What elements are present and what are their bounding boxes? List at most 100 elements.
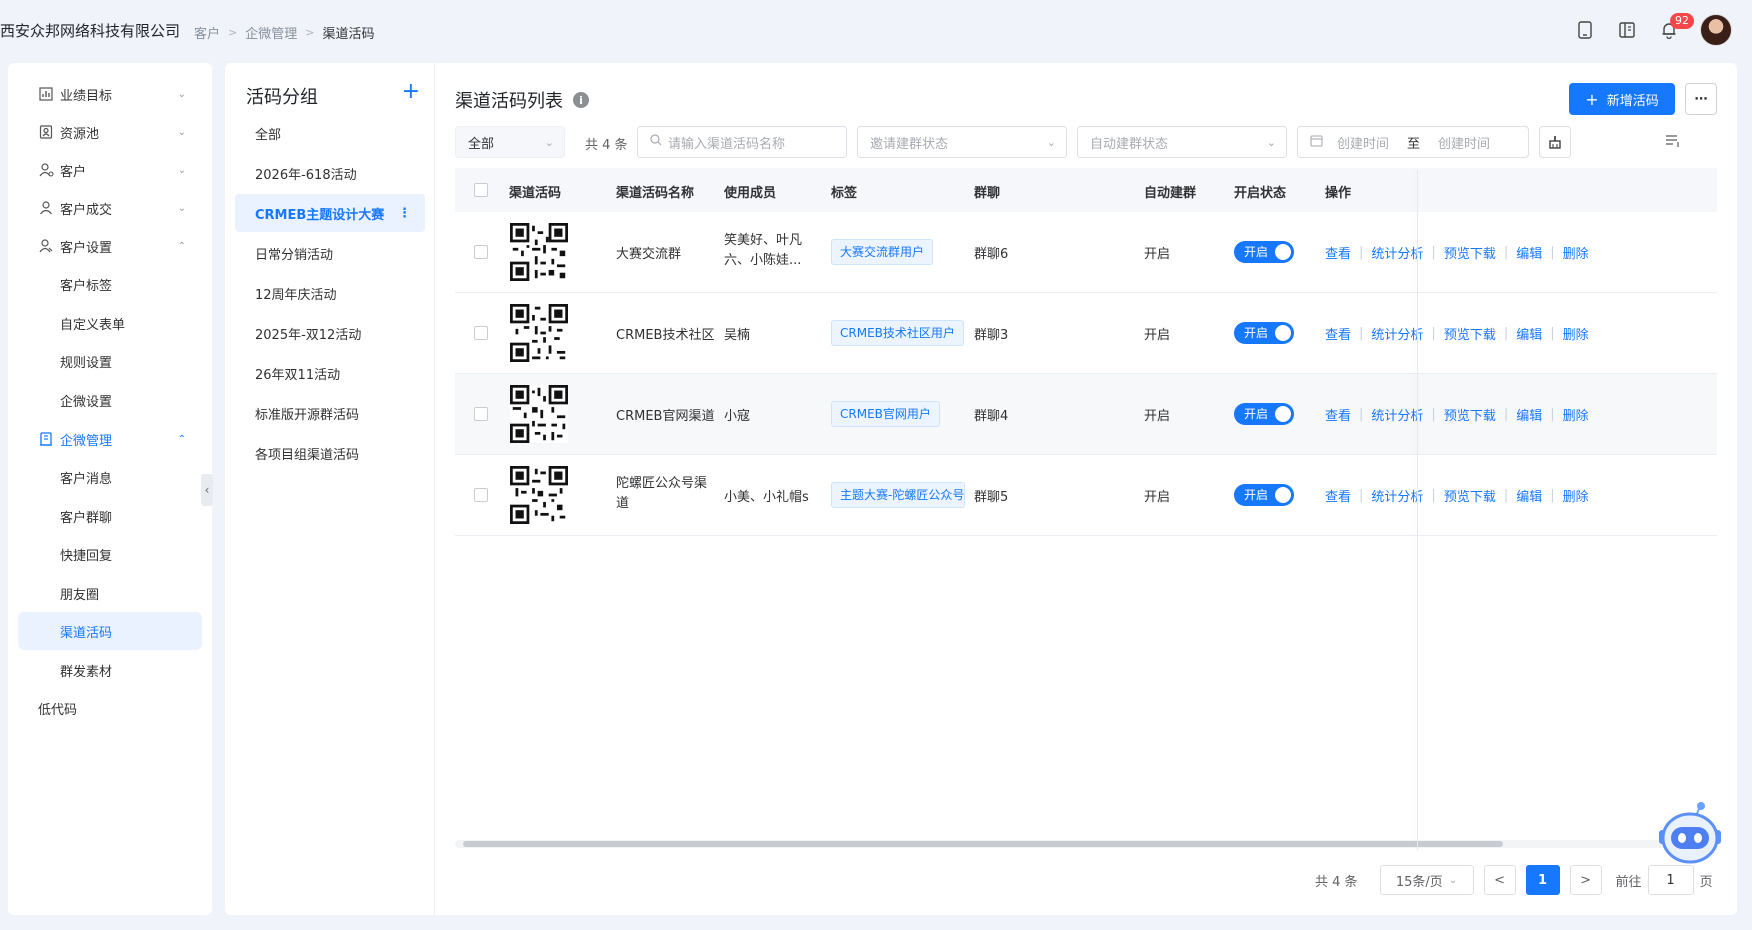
stats-link[interactable]: 统计分析	[1371, 243, 1423, 262]
sidebar-item-customer-tags[interactable]: 客户标签	[18, 265, 202, 303]
current-page[interactable]: 1	[1525, 865, 1560, 895]
invite-status-placeholder: 邀请建群状态	[870, 136, 949, 152]
edit-link[interactable]: 编辑	[1516, 324, 1542, 343]
bell-icon[interactable]: 92	[1658, 13, 1694, 41]
next-page-button[interactable]: >	[1569, 865, 1602, 895]
sidebar-item-resource-pool[interactable]: 资源池 ⌄	[18, 113, 202, 151]
edit-link[interactable]: 编辑	[1516, 405, 1542, 424]
add-code-label: 新增活码	[1606, 93, 1659, 109]
notification-badge: 92	[1670, 13, 1694, 29]
breadcrumb-item[interactable]: 企微管理	[245, 23, 297, 42]
clear-filter-button[interactable]	[1539, 126, 1571, 158]
group-item[interactable]: 26年双11活动	[235, 354, 425, 392]
group-item[interactable]: 日常分销活动	[235, 234, 425, 272]
view-link[interactable]: 查看	[1325, 405, 1351, 424]
sidebar-item-broadcast-materials[interactable]: 群发素材	[18, 651, 202, 689]
stats-link[interactable]: 统计分析	[1371, 486, 1423, 505]
group-item-active[interactable]: CRMEB主题设计大赛 ⋮	[235, 194, 425, 232]
sidebar-item-channel-codes[interactable]: 渠道活码	[18, 612, 202, 650]
add-group-icon[interactable]: +	[402, 79, 420, 104]
group-item[interactable]: 全部	[235, 114, 425, 152]
row-checkbox[interactable]	[474, 488, 488, 502]
breadcrumb-item[interactable]: 客户	[194, 23, 220, 42]
search-input[interactable]: 请输入渠道活码名称	[637, 126, 847, 158]
group-item[interactable]: 2026年-618活动	[235, 154, 425, 192]
book-icon[interactable]	[1616, 19, 1638, 41]
sidebar-item-customer-settings[interactable]: 客户设置 ⌃	[18, 227, 202, 265]
prev-page-button[interactable]: <	[1483, 865, 1516, 895]
view-link[interactable]: 查看	[1325, 243, 1351, 262]
edit-link[interactable]: 编辑	[1516, 243, 1542, 262]
avatar[interactable]	[1700, 14, 1732, 46]
delete-link[interactable]: 删除	[1563, 405, 1589, 424]
status-toggle[interactable]: 开启	[1234, 241, 1294, 263]
horizontal-scrollbar[interactable]	[455, 840, 1717, 848]
download-link[interactable]: 预览下载	[1444, 486, 1496, 505]
date-range-picker[interactable]: 创建时间 至 创建时间	[1297, 126, 1529, 158]
stats-link[interactable]: 统计分析	[1371, 324, 1423, 343]
table-row[interactable]: CRMEB官网渠道 小寇 CRMEB官网用户 群聊4 开启 开启 查看 | 统计分…	[455, 374, 1717, 455]
code-auto: 开启	[1144, 247, 1171, 262]
stats-link[interactable]: 统计分析	[1371, 405, 1423, 424]
group-item[interactable]: 标准版开源群活码	[235, 394, 425, 432]
sidebar-item-rules[interactable]: 规则设置	[18, 342, 202, 380]
sidebar-item-performance[interactable]: 业绩目标 ⌄	[18, 75, 202, 113]
invite-status-select[interactable]: 邀请建群状态 ⌄	[857, 126, 1067, 158]
qr-code-image[interactable]	[510, 466, 568, 524]
delete-link[interactable]: 删除	[1563, 324, 1589, 343]
column-settings-icon[interactable]	[1665, 133, 1681, 153]
sidebar-item-lowcode[interactable]: 低代码	[18, 689, 202, 727]
group-item[interactable]: 各项目组渠道活码	[235, 434, 425, 472]
qr-code-image[interactable]	[510, 385, 568, 443]
sidebar-item-customer-groups[interactable]: 客户群聊	[18, 497, 202, 535]
code-tag: CRMEB官网用户	[831, 401, 940, 427]
sidebar-item-customer[interactable]: 客户 ⌄	[18, 151, 202, 189]
column-header: 渠道活码	[509, 186, 562, 201]
row-checkbox[interactable]	[474, 407, 488, 421]
add-code-button[interactable]: + 新增活码	[1569, 83, 1675, 115]
sidebar-item-wecom-management[interactable]: 企微管理 ⌃	[18, 420, 202, 458]
download-link[interactable]: 预览下载	[1444, 243, 1496, 262]
delete-link[interactable]: 删除	[1563, 486, 1589, 505]
group-item[interactable]: 2025年-双12活动	[235, 314, 425, 352]
status-toggle[interactable]: 开启	[1234, 322, 1294, 344]
group-item[interactable]: 12周年庆活动	[235, 274, 425, 312]
sidebar-collapse-button[interactable]: ‹	[201, 474, 213, 506]
pagination-total: 共 4 条	[1315, 874, 1358, 890]
row-checkbox[interactable]	[474, 326, 488, 340]
more-options-button[interactable]: ⋯	[1685, 83, 1717, 115]
info-icon[interactable]: i	[573, 92, 589, 108]
sidebar-item-custom-form[interactable]: 自定义表单	[18, 304, 202, 342]
more-vertical-icon[interactable]: ⋮	[398, 206, 411, 221]
row-checkbox[interactable]	[474, 245, 488, 259]
scope-select[interactable]: 全部 ⌄	[455, 126, 565, 158]
view-link[interactable]: 查看	[1325, 486, 1351, 505]
sidebar-item-moments[interactable]: 朋友圈	[18, 574, 202, 612]
mobile-icon[interactable]	[1574, 19, 1596, 41]
qr-code-image[interactable]	[510, 304, 568, 362]
chevron-up-icon: ⌃	[177, 433, 186, 445]
select-all-checkbox[interactable]	[474, 183, 488, 197]
sidebar-item-deals[interactable]: 客户成交 ⌄	[18, 189, 202, 227]
download-link[interactable]: 预览下载	[1444, 324, 1496, 343]
page-size-select[interactable]: 15条/页 ⌄	[1379, 865, 1474, 895]
goto-input[interactable]: 1	[1647, 865, 1694, 895]
code-group: 群聊3	[974, 328, 1009, 343]
table-row[interactable]: 陀螺匠公众号渠道 小美、小礼帽s 主题大赛-陀螺匠公众号用户 群聊5 开启 开启…	[455, 455, 1717, 536]
edit-link[interactable]: 编辑	[1516, 486, 1542, 505]
sidebar-item-wecom-settings[interactable]: 企微设置	[18, 381, 202, 419]
view-link[interactable]: 查看	[1325, 324, 1351, 343]
sidebar-item-customer-messages[interactable]: 客户消息	[18, 458, 202, 496]
code-members: 吴楠	[724, 328, 751, 343]
table-row[interactable]: 大赛交流群 笑美好、叶凡六、小陈娃... 大赛交流群用户 群聊6 开启 开启 查…	[455, 212, 1717, 293]
delete-link[interactable]: 删除	[1563, 243, 1589, 262]
download-link[interactable]: 预览下载	[1444, 405, 1496, 424]
status-toggle[interactable]: 开启	[1234, 484, 1294, 506]
assistant-robot-icon[interactable]	[1655, 800, 1725, 866]
auto-status-select[interactable]: 自动建群状态 ⌄	[1077, 126, 1287, 158]
sidebar-item-quick-reply[interactable]: 快捷回复	[18, 535, 202, 573]
table-row[interactable]: CRMEB技术社区 吴楠 CRMEB技术社区用户 群聊3 开启 开启 查看 | 统…	[455, 293, 1717, 374]
qr-code-image[interactable]	[510, 223, 568, 281]
scrollbar-thumb[interactable]	[463, 841, 1503, 847]
status-toggle[interactable]: 开启	[1234, 403, 1294, 425]
